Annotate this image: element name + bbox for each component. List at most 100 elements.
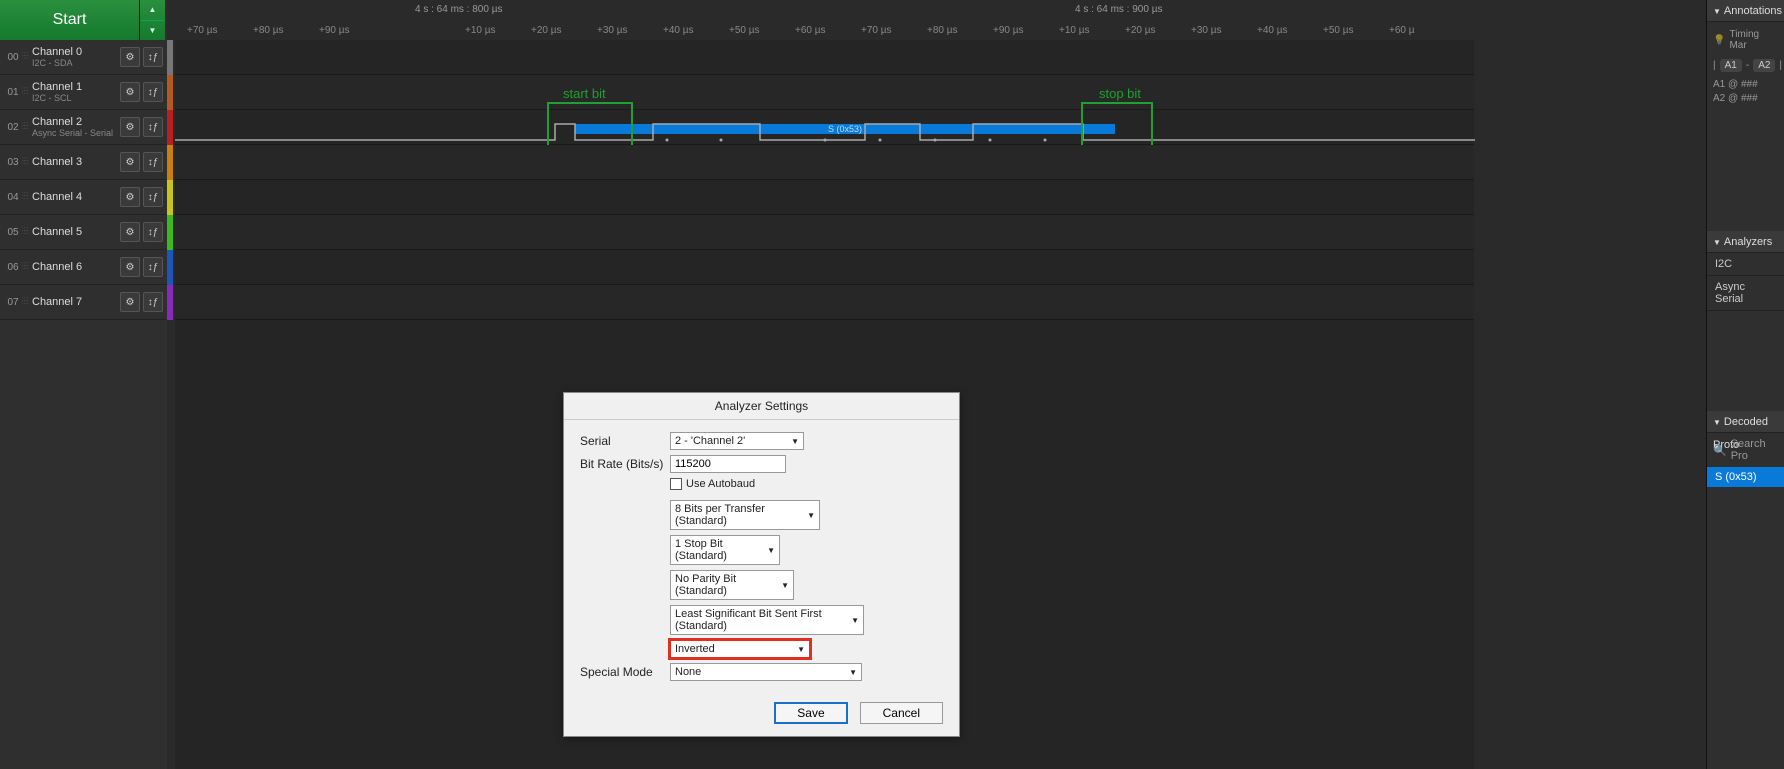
- channel-number: 07: [4, 297, 22, 308]
- channel-color-2: [167, 110, 173, 145]
- annotations-panel-header[interactable]: ▼Annotations: [1707, 0, 1784, 22]
- special-mode-select[interactable]: None▼: [670, 663, 862, 681]
- trigger-icon[interactable]: ↕ƒ: [143, 292, 163, 312]
- waveform-row-1[interactable]: [175, 75, 1474, 110]
- waveform-row-6[interactable]: [175, 250, 1474, 285]
- channel-row-2[interactable]: 02::::::::Channel 2Async Serial - Serial…: [0, 110, 167, 145]
- trigger-icon[interactable]: ↕ƒ: [143, 187, 163, 207]
- analyzer-settings-dialog: Analyzer Settings Serial 2 - 'Channel 2'…: [563, 392, 960, 737]
- channel-row-3[interactable]: 03::::::::Channel 3⚙↕ƒ: [0, 145, 167, 180]
- channel-color-4: [167, 180, 173, 215]
- serial-select[interactable]: 2 - 'Channel 2'▼: [670, 432, 804, 450]
- channel-color-3: [167, 145, 173, 180]
- gear-icon[interactable]: ⚙: [120, 257, 140, 277]
- channel-row-7[interactable]: 07::::::::Channel 7⚙↕ƒ: [0, 285, 167, 320]
- trigger-icon[interactable]: ↕ƒ: [143, 82, 163, 102]
- gear-icon[interactable]: ⚙: [120, 187, 140, 207]
- channel-row-6[interactable]: 06::::::::Channel 6⚙↕ƒ: [0, 250, 167, 285]
- bitrate-label: Bit Rate (Bits/s): [580, 457, 670, 471]
- timestamp-left: 4 s : 64 ms : 800 µs: [415, 4, 502, 15]
- chevron-down-icon[interactable]: ▼: [140, 21, 165, 41]
- stop-bits-select[interactable]: 1 Stop Bit (Standard)▼: [670, 535, 780, 565]
- a1-row: A1 @ ###: [1713, 79, 1778, 90]
- channel-row-5[interactable]: 05::::::::Channel 5⚙↕ƒ: [0, 215, 167, 250]
- bitrate-input[interactable]: [670, 455, 786, 473]
- analyzer-i2c[interactable]: I2C: [1707, 253, 1784, 276]
- channel-subtitle: I2C - SCL: [32, 93, 117, 103]
- waveform-row-3[interactable]: [175, 145, 1474, 180]
- trigger-icon[interactable]: ↕ƒ: [143, 222, 163, 242]
- channel-name: Channel 6: [32, 261, 117, 273]
- waveform-row-2[interactable]: S (0x53) start bit stop bit: [175, 110, 1474, 145]
- analyzers-panel-header[interactable]: ▼Analyzers: [1707, 231, 1784, 253]
- channel-number: 04: [4, 192, 22, 203]
- chevron-up-icon[interactable]: ▲: [140, 0, 165, 21]
- serial-label: Serial: [580, 434, 670, 448]
- time-tick: +10 µs: [1059, 25, 1090, 36]
- timing-markers-row[interactable]: 💡Timing Mar: [1713, 29, 1778, 51]
- channel-number: 01: [4, 87, 22, 98]
- channel-number: 03: [4, 157, 22, 168]
- bits-per-transfer-select[interactable]: 8 Bits per Transfer (Standard)▼: [670, 500, 820, 530]
- waveform-row-5[interactable]: [175, 215, 1474, 250]
- waveform-row-0[interactable]: [175, 40, 1474, 75]
- decoded-protocols-header[interactable]: ▼Decoded Proto: [1707, 411, 1784, 433]
- channel-number: 00: [4, 52, 22, 63]
- time-tick: +40 µs: [1257, 25, 1288, 36]
- waveform-row-7[interactable]: [175, 285, 1474, 320]
- channel-name: Channel 5: [32, 226, 117, 238]
- time-tick: +90 µs: [993, 25, 1024, 36]
- bit-order-select[interactable]: Least Significant Bit Sent First (Standa…: [670, 605, 864, 635]
- channel-color-0: [167, 40, 173, 75]
- time-tick: +70 µs: [187, 25, 218, 36]
- time-tick: +90 µs: [319, 25, 350, 36]
- trigger-icon[interactable]: ↕ƒ: [143, 152, 163, 172]
- annotation-start-bit-box: [547, 102, 633, 150]
- analyzer-async-serial[interactable]: Async Serial: [1707, 276, 1784, 311]
- time-tick: +50 µs: [1323, 25, 1354, 36]
- waveform-rows: S (0x53) start bit stop bit: [175, 40, 1474, 320]
- channel-name: Channel 3: [32, 156, 117, 168]
- channel-name: Channel 0: [32, 46, 117, 58]
- special-mode-label: Special Mode: [580, 665, 670, 679]
- trigger-icon[interactable]: ↕ƒ: [143, 47, 163, 67]
- gear-icon[interactable]: ⚙: [120, 152, 140, 172]
- waveform-row-4[interactable]: [175, 180, 1474, 215]
- channel-number: 02: [4, 122, 22, 133]
- channel-subtitle: I2C - SDA: [32, 58, 117, 68]
- time-tick: +30 µs: [597, 25, 628, 36]
- save-button[interactable]: Save: [774, 702, 847, 724]
- gear-icon[interactable]: ⚙: [120, 292, 140, 312]
- channel-color-1: [167, 75, 173, 110]
- time-tick: +80 µs: [927, 25, 958, 36]
- channel-subtitle: Async Serial - Serial: [32, 128, 117, 138]
- time-ruler[interactable]: 4 s : 64 ms : 800 µs 4 s : 64 ms : 900 µ…: [175, 0, 1474, 40]
- start-button[interactable]: Start: [0, 0, 140, 40]
- start-options[interactable]: ▲ ▼: [140, 0, 165, 40]
- time-tick: +30 µs: [1191, 25, 1222, 36]
- time-tick: +60 µs: [795, 25, 826, 36]
- gear-icon[interactable]: ⚙: [120, 82, 140, 102]
- gear-icon[interactable]: ⚙: [120, 222, 140, 242]
- channel-row-1[interactable]: 01::::::::Channel 1I2C - SCL⚙↕ƒ: [0, 75, 167, 110]
- time-tick: +10 µs: [465, 25, 496, 36]
- time-tick: +20 µs: [531, 25, 562, 36]
- gear-icon[interactable]: ⚙: [120, 117, 140, 137]
- parity-select[interactable]: No Parity Bit (Standard)▼: [670, 570, 794, 600]
- trigger-icon[interactable]: ↕ƒ: [143, 257, 163, 277]
- time-tick: +80 µs: [253, 25, 284, 36]
- cancel-button[interactable]: Cancel: [860, 702, 943, 724]
- trigger-icon[interactable]: ↕ƒ: [143, 117, 163, 137]
- time-tick: +70 µs: [861, 25, 892, 36]
- time-tick: +60 µ: [1389, 25, 1415, 36]
- autobaud-checkbox[interactable]: Use Autobaud: [670, 478, 755, 490]
- protocol-result[interactable]: S (0x53): [1707, 467, 1784, 487]
- channel-row-4[interactable]: 04::::::::Channel 4⚙↕ƒ: [0, 180, 167, 215]
- channel-color-6: [167, 250, 173, 285]
- signal-inversion-select[interactable]: Inverted▼: [670, 640, 810, 658]
- channel-row-0[interactable]: 00::::::::Channel 0I2C - SDA⚙↕ƒ: [0, 40, 167, 75]
- a2-row: A2 @ ###: [1713, 93, 1778, 104]
- gear-icon[interactable]: ⚙: [120, 47, 140, 67]
- channel-color-7: [167, 285, 173, 320]
- a1-a2-row: |A1-A2|= #: [1713, 54, 1778, 76]
